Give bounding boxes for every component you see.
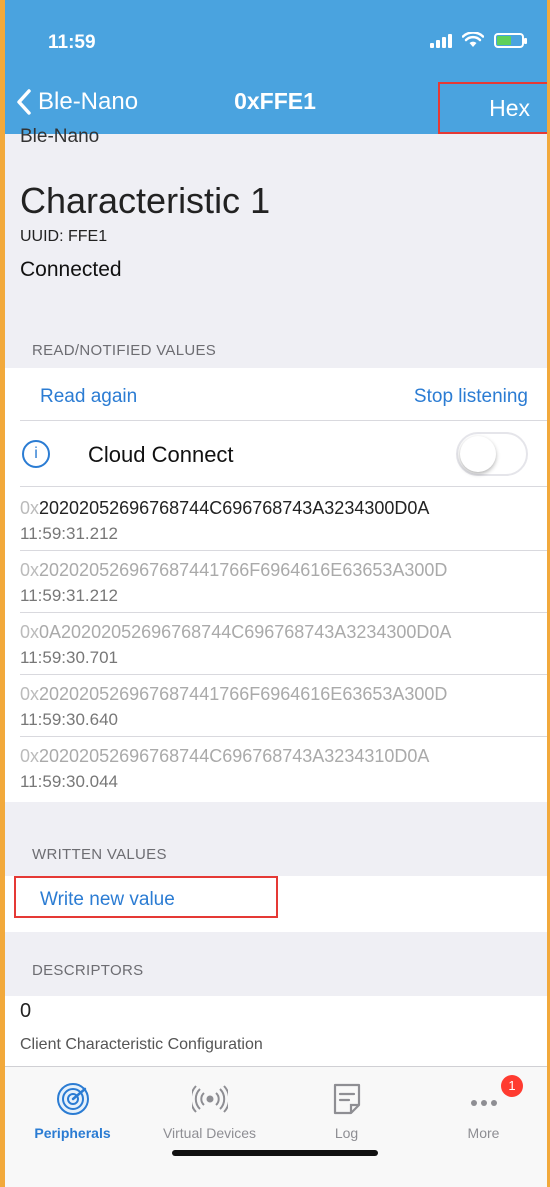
descriptor-value: 0 xyxy=(20,1000,32,1022)
tab-virtual-devices[interactable]: Virtual Devices xyxy=(141,1067,278,1157)
tab-label-more: More xyxy=(467,1125,500,1141)
cloud-connect-toggle[interactable] xyxy=(456,432,528,476)
characteristic-uuid: UUID: FFE1 xyxy=(20,228,108,245)
value-row-5-time: 11:59:30.044 xyxy=(20,772,118,791)
navigation-header: 11:59 Ble-Nano 0xFFE1 Hex xyxy=(0,0,550,134)
toggle-knob xyxy=(460,436,496,472)
stop-listening-button[interactable]: Stop listening xyxy=(414,386,528,408)
tab-log[interactable]: Log xyxy=(278,1067,415,1157)
value-row-1-time: 11:59:31.212 xyxy=(20,524,118,543)
app-frame: 11:59 Ble-Nano 0xFFE1 Hex Ble-Nano Chara… xyxy=(0,0,550,1187)
tab-peripherals[interactable]: Peripherals xyxy=(4,1067,141,1157)
status-icons xyxy=(430,32,527,48)
read-panel: Read again Stop listening i Cloud Connec… xyxy=(0,368,550,802)
value-row-2-time: 11:59:31.212 xyxy=(20,586,118,605)
connection-status: Connected xyxy=(20,258,122,281)
signal-icon xyxy=(430,32,452,48)
tab-more[interactable]: 1 More xyxy=(415,1067,550,1157)
more-icon xyxy=(470,1100,497,1106)
written-section-header: WRITTEN VALUES xyxy=(32,846,167,863)
peripherals-icon xyxy=(56,1083,89,1115)
characteristic-content: Ble-Nano Characteristic 1 UUID: FFE1 Con… xyxy=(0,126,550,863)
descriptor-name: Client Characteristic Configuration xyxy=(20,1036,263,1053)
write-new-value-button[interactable]: Write new value xyxy=(40,889,175,911)
hex-format-button[interactable]: Hex xyxy=(438,82,550,134)
characteristic-title: Characteristic 1 xyxy=(20,180,271,221)
virtual-devices-icon xyxy=(191,1085,228,1113)
wifi-icon xyxy=(462,32,484,47)
written-panel: Write new value xyxy=(0,876,550,932)
status-time: 11:59 xyxy=(48,32,96,53)
read-again-button[interactable]: Read again xyxy=(40,386,137,408)
tab-label-log: Log xyxy=(334,1125,359,1141)
read-section-header: READ/NOTIFIED VALUES xyxy=(32,342,217,359)
notification-badge: 1 xyxy=(501,1075,523,1097)
log-icon xyxy=(333,1083,360,1115)
battery-icon xyxy=(494,32,527,48)
value-row-5-hex: 0x20202052696768744C696768743A3234310D0A xyxy=(20,746,430,766)
value-row-4-time: 11:59:30.640 xyxy=(20,710,118,729)
value-row-3-time: 11:59:30.701 xyxy=(20,648,118,667)
value-row-3-hex: 0x0A20202052696768744C696768743A3234300D… xyxy=(20,622,452,642)
tab-label-virtual-devices: Virtual Devices xyxy=(162,1125,257,1141)
info-icon[interactable]: i xyxy=(22,440,50,468)
device-name-scrolled: Ble-Nano xyxy=(20,126,100,147)
cloud-connect-label: Cloud Connect xyxy=(88,442,234,467)
value-row-1-hex: 0x20202052696768744C696768743A3234300D0A xyxy=(20,498,430,518)
value-row-2-hex: 0x202020526967687441766F6964616E63653A30… xyxy=(20,560,448,580)
value-row-4-hex: 0x202020526967687441766F6964616E63653A30… xyxy=(20,684,448,704)
tab-label-peripherals: Peripherals xyxy=(34,1125,111,1141)
descriptors-panel: 0 Client Characteristic Configuration xyxy=(0,996,550,1066)
home-indicator[interactable] xyxy=(172,1150,378,1156)
descriptors-section-header: DESCRIPTORS xyxy=(32,962,144,979)
tab-bar: Peripherals Virtual Devices Log 1 More xyxy=(0,1066,550,1187)
